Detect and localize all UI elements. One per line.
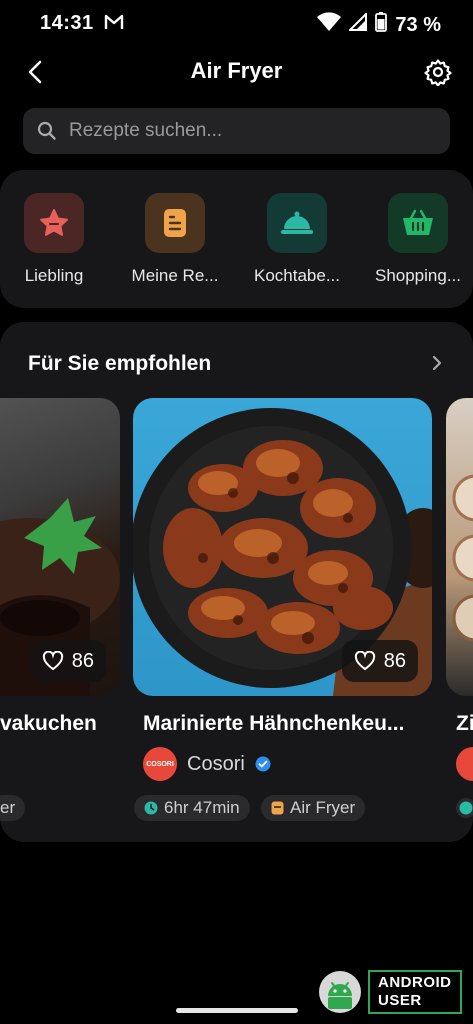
author-avatar: COSORI <box>143 747 177 781</box>
air-fryer-icon <box>271 801 284 815</box>
clock-icon <box>459 801 473 815</box>
status-indicators: 73 % <box>317 11 441 38</box>
watermark-text: ANDROID USER <box>368 970 462 1014</box>
cloche-icon <box>267 193 327 253</box>
recipe-card-image[interactable]: 86 <box>0 398 120 696</box>
gear-icon <box>424 59 452 87</box>
quick-actions-panel: Liebling Meine Re... Kochtabe... Shoppin… <box>0 170 473 308</box>
recipe-author[interactable]: COSORI Cosori <box>143 747 271 781</box>
recipe-chip: er <box>0 795 26 821</box>
android-user-watermark: ANDROID USER <box>318 970 462 1014</box>
quick-action-cooking-table[interactable]: Kochtabe... <box>237 170 357 308</box>
recipe-title[interactable]: Marinierte Hähnchenkeu... <box>143 712 404 736</box>
likes-count: 86 <box>383 649 406 672</box>
quick-action-shopping[interactable]: Shopping... <box>358 170 473 308</box>
basket-icon <box>388 193 448 253</box>
section-title: Für Sie empfohlen <box>28 352 212 375</box>
quick-action-label: Kochtabe... <box>253 266 340 285</box>
clock-icon <box>144 801 158 815</box>
search-input[interactable]: Rezepte suchen... <box>69 120 222 142</box>
gmail-notification-icon <box>104 14 124 35</box>
heart-icon <box>42 651 63 671</box>
search-bar[interactable]: Rezepte suchen... <box>23 108 450 154</box>
likes-count: 86 <box>71 649 94 672</box>
wifi-icon <box>317 12 342 38</box>
see-more-button[interactable] <box>430 354 444 377</box>
recipe-title[interactable]: Zi <box>456 712 473 736</box>
status-bar: 14:31 73 % <box>0 0 473 48</box>
recipe-title[interactable]: vakuchen <box>0 712 97 736</box>
cook-time-chip: 6hr 47min <box>134 795 250 821</box>
favorite-star-icon <box>24 193 84 253</box>
quick-action-label: Liebling <box>24 266 84 285</box>
settings-button[interactable] <box>424 58 452 87</box>
likes-badge[interactable]: 86 <box>341 640 418 682</box>
cinnamon-roll-photo <box>452 474 473 642</box>
quick-action-label: Meine Re... <box>131 266 219 285</box>
quick-action-my-recipes[interactable]: Meine Re... <box>115 170 235 308</box>
recipe-card-image[interactable] <box>446 398 473 696</box>
chevron-right-icon <box>432 355 442 371</box>
gesture-nav-handle[interactable] <box>176 1008 298 1013</box>
recipe-card-image[interactable]: 86 <box>133 398 432 696</box>
battery-percent: 73 % <box>395 13 441 36</box>
page-title: Air Fryer <box>190 58 283 83</box>
status-time: 14:31 <box>40 12 94 34</box>
cell-signal-icon <box>347 11 368 37</box>
likes-badge[interactable]: 86 <box>29 640 106 682</box>
heart-icon <box>354 651 375 671</box>
cook-time-chip <box>456 798 473 818</box>
device-chip: Air Fryer <box>261 795 366 821</box>
android-robot-logo <box>319 971 361 1013</box>
battery-icon <box>375 12 388 38</box>
recommended-section: Für Sie empfohlen 86 vakuchen er 86 Mari… <box>0 322 473 842</box>
quick-action-label: Shopping... <box>374 266 461 285</box>
my-recipes-icon <box>145 193 205 253</box>
author-name: Cosori <box>187 752 245 775</box>
author-avatar <box>456 747 473 781</box>
verified-badge-icon <box>255 756 271 772</box>
search-icon <box>37 121 56 140</box>
quick-action-favorites[interactable]: Liebling <box>0 170 114 308</box>
